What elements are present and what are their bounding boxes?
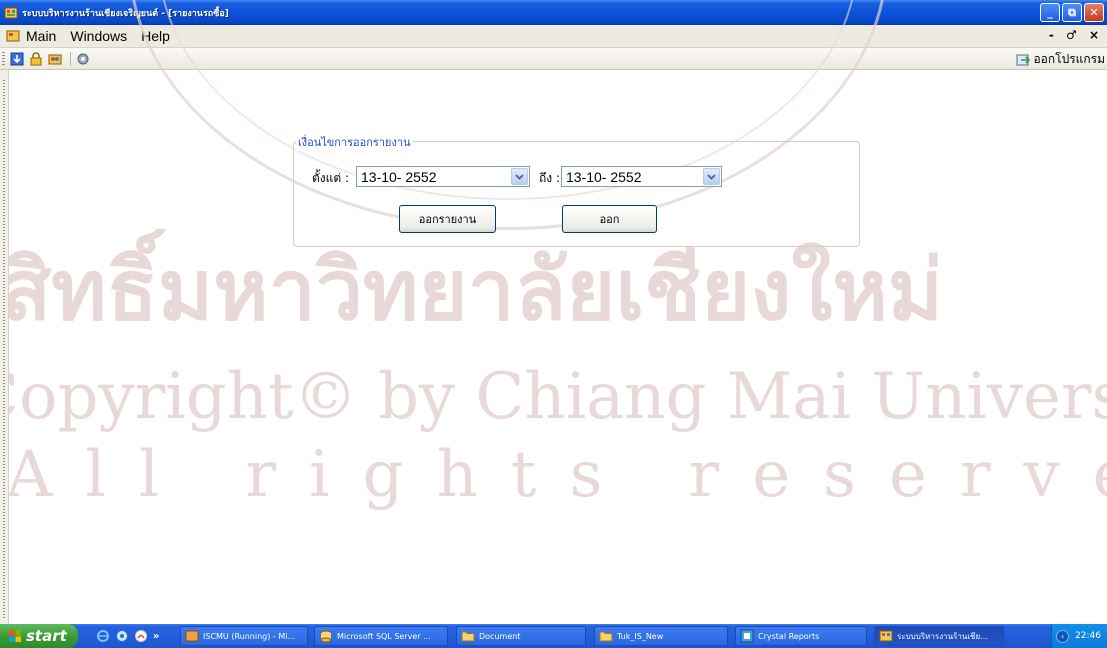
internet-explorer-icon[interactable]	[96, 629, 110, 643]
start-button[interactable]: start	[0, 624, 78, 648]
toolbar-separator	[70, 51, 71, 66]
generate-report-label: ออกรายงาน	[418, 213, 477, 226]
mdi-window-controls[interactable]: - ♂ ×	[1049, 28, 1103, 42]
gear-icon	[77, 53, 89, 64]
sql-server-icon	[320, 630, 332, 643]
screen: ระบบบริหารงานร้านเชียงเจริญยนต์ - [รายงา…	[0, 0, 1107, 648]
report-condition-groupbox: เงื่อนไขการออกรายงาน ตั้งแต่ : 13-10- 25…	[293, 133, 860, 247]
taskbar-item-crystal-reports[interactable]: Crystal Reports	[735, 626, 867, 646]
taskbar-item-document[interactable]: Document	[456, 626, 586, 646]
menu-main[interactable]: Main	[26, 28, 56, 44]
taskbar-item-label: ระบบบริหารงานร้านเชีย...	[897, 631, 988, 641]
to-date-label: ถึง :	[539, 171, 560, 185]
clock[interactable]: 22:46	[1075, 631, 1101, 641]
generate-report-button[interactable]: ออกรายงาน	[399, 205, 496, 233]
from-date-dropdown-button[interactable]	[511, 168, 528, 185]
chevron-left-icon: ‹	[1060, 631, 1065, 641]
import-icon	[10, 52, 24, 65]
taskbar: start » ISCMU (Running) - Mi... Microsof…	[0, 624, 1107, 648]
close-icon: ✕	[1089, 6, 1099, 19]
groupbox-title: เงื่อนไขการออกรายงาน	[296, 133, 413, 151]
taskbar-item-label: Document	[479, 631, 521, 641]
folder-icon	[461, 631, 475, 642]
quick-launch-more[interactable]: »	[153, 631, 159, 642]
watermark-line-2: Copyright© by Chiang Mai University	[0, 360, 1107, 434]
lock-tool-button[interactable]	[28, 51, 44, 67]
menu-windows[interactable]: Windows	[70, 28, 127, 44]
taskbar-item-iscmu[interactable]: ISCMU (Running) - Mi...	[180, 626, 308, 646]
folder-icon	[599, 631, 613, 642]
app-icon	[879, 630, 893, 642]
taskbar-item-label: Crystal Reports	[758, 631, 820, 641]
taskbar-item-label: Tuk_IS_New	[617, 631, 664, 641]
taskbar-item-sql-server[interactable]: Microsoft SQL Server ...	[314, 626, 448, 646]
taskbar-item-label: ISCMU (Running) - Mi...	[203, 631, 296, 641]
windows-flag-icon	[9, 630, 21, 642]
browser-icon[interactable]	[115, 629, 129, 643]
virtual-machine-icon	[185, 630, 199, 642]
lock-icon	[30, 51, 42, 65]
exit-program-label: ออกโปรแกรม	[1033, 52, 1105, 66]
import-tool-button[interactable]	[9, 51, 25, 67]
toolbar-grip[interactable]	[2, 51, 5, 66]
chevron-down-icon	[515, 173, 524, 180]
restore-button[interactable]: ⧉	[1062, 3, 1082, 22]
quick-launch: »	[96, 629, 159, 643]
users-icon	[48, 54, 62, 64]
taskbar-item-shop-management[interactable]: ระบบบริหารงานร้านเชีย...	[874, 626, 1004, 646]
to-date-picker[interactable]: 13-10- 2552	[561, 166, 722, 187]
to-date-dropdown-button[interactable]	[703, 168, 720, 185]
exit-program-tool-button[interactable]: ออกโปรแกรม	[1016, 50, 1105, 69]
show-hidden-icons-button[interactable]: ‹	[1056, 629, 1070, 643]
app-icon	[4, 7, 18, 18]
child-window-icon[interactable]	[6, 30, 20, 42]
taskbar-item-label: Microsoft SQL Server ...	[337, 631, 431, 641]
exit-icon	[1016, 54, 1031, 65]
from-date-value: 13-10- 2552	[361, 168, 437, 185]
taskbar-item-tuk-is-new[interactable]: Tuk_IS_New	[594, 626, 728, 646]
crystal-reports-icon	[740, 629, 754, 643]
exit-button-label: ออก	[599, 213, 620, 226]
restore-icon: ⧉	[1068, 5, 1076, 19]
exit-button[interactable]: ออก	[562, 205, 657, 233]
from-date-picker[interactable]: 13-10- 2552	[356, 166, 530, 187]
from-date-label: ตั้งแต่ :	[312, 171, 350, 185]
chevron-down-icon	[707, 173, 716, 180]
close-button[interactable]: ✕	[1084, 3, 1104, 22]
settings-tool-button[interactable]	[75, 51, 91, 67]
minimize-icon: _	[1047, 6, 1053, 19]
to-date-value: 13-10- 2552	[566, 168, 642, 185]
messenger-icon[interactable]	[134, 629, 148, 643]
system-tray: ‹ 22:46	[1051, 624, 1107, 648]
minimize-button[interactable]: _	[1040, 3, 1060, 22]
users-tool-button[interactable]	[47, 51, 63, 67]
mdi-left-border	[0, 70, 9, 624]
start-label: start	[26, 627, 67, 645]
watermark-line-3: All rights reserved	[6, 438, 1107, 512]
